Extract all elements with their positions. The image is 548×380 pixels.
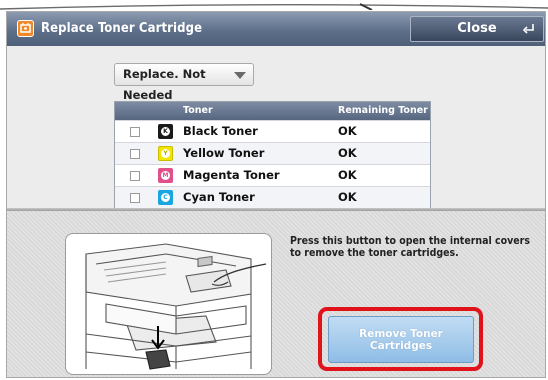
toner-status: OK <box>338 124 357 138</box>
instruction-panel: Press this button to open the internal c… <box>7 211 545 377</box>
column-header-toner: Toner <box>183 105 213 116</box>
toner-status: OK <box>338 146 357 160</box>
toner-status: OK <box>338 168 357 182</box>
table-row[interactable]: M Magenta Toner OK <box>115 164 430 186</box>
printer-touch-screen: Replace Toner Cartridge Close Replace. N… <box>6 11 546 378</box>
black-toner-icon: K <box>158 124 173 139</box>
enter-arrow-icon <box>523 24 534 34</box>
column-header-remaining: Remaining Toner <box>338 105 428 116</box>
close-button-label: Close <box>457 21 497 36</box>
toner-icon-letter: M <box>161 171 170 180</box>
chevron-down-icon <box>234 72 246 79</box>
highlight-box <box>318 307 483 371</box>
toner-icon-letter: C <box>161 193 170 202</box>
toner-icon-letter: K <box>161 127 170 136</box>
window-title: Replace Toner Cartridge <box>41 21 203 36</box>
toner-name: Black Toner <box>183 124 258 138</box>
filter-dropdown[interactable]: Replace. Not Needed <box>114 63 254 102</box>
toner-table-header: Toner Remaining Toner <box>115 102 430 120</box>
close-button[interactable]: Close <box>410 16 544 42</box>
toner-cartridge-icon <box>17 20 34 37</box>
printer-open-cover-icon <box>85 243 267 370</box>
toner-name: Cyan Toner <box>183 190 255 204</box>
printer-illustration <box>65 233 272 375</box>
toner-status: OK <box>338 190 357 204</box>
row-checkbox[interactable] <box>130 171 140 181</box>
title-bar: Replace Toner Cartridge Close <box>7 12 545 46</box>
filter-dropdown-value: Replace. Not Needed <box>123 67 206 102</box>
table-row[interactable]: K Black Toner OK <box>115 120 430 142</box>
table-row[interactable]: Y Yellow Toner OK <box>115 142 430 164</box>
yellow-toner-icon: Y <box>158 146 173 161</box>
toner-status-panel: Replace. Not Needed Toner Remaining Tone… <box>7 46 545 209</box>
toner-table: Toner Remaining Toner K Black Toner OK Y… <box>114 101 431 209</box>
magenta-toner-icon: M <box>158 168 173 183</box>
row-checkbox[interactable] <box>130 149 140 159</box>
row-checkbox[interactable] <box>130 193 140 203</box>
instruction-text: Press this button to open the internal c… <box>290 235 530 259</box>
cyan-toner-icon: C <box>158 190 173 205</box>
toner-icon-letter: Y <box>161 149 170 158</box>
toner-name: Magenta Toner <box>183 168 280 182</box>
row-checkbox[interactable] <box>130 127 140 137</box>
toner-name: Yellow Toner <box>183 146 265 160</box>
screen-bezel-edge <box>0 3 548 10</box>
table-row[interactable]: C Cyan Toner OK <box>115 186 430 208</box>
